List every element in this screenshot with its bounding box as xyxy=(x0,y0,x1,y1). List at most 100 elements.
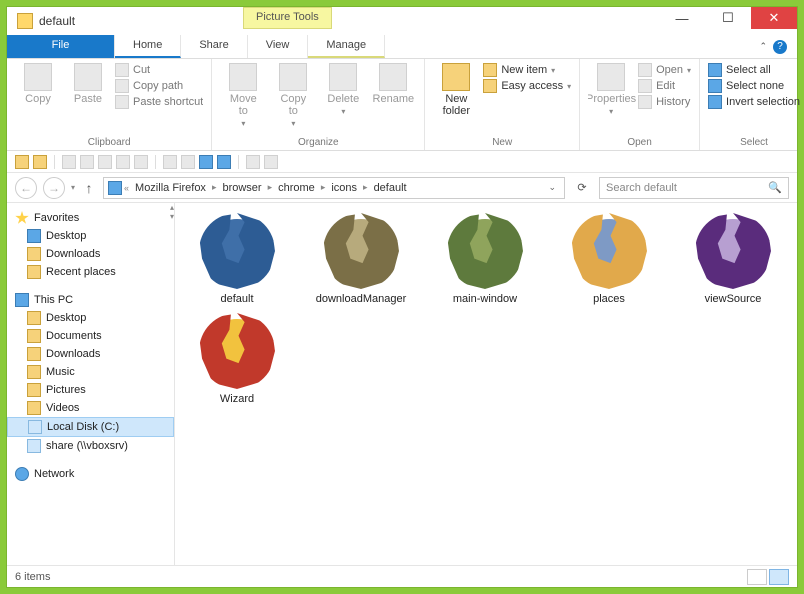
crumb[interactable]: chrome xyxy=(274,182,319,194)
cut-button[interactable]: Cut xyxy=(115,63,203,77)
ribbon-collapse-icon[interactable]: ⌃ xyxy=(759,41,767,52)
chevron-down-icon: ▾ xyxy=(291,119,295,128)
group-label: New xyxy=(433,135,571,148)
tab-manage[interactable]: Manage xyxy=(308,35,385,58)
separator xyxy=(238,155,239,169)
icons-view-button[interactable] xyxy=(769,569,789,585)
sidebar-item[interactable]: Desktop xyxy=(7,309,174,327)
delete-button[interactable]: Delete▾ xyxy=(320,63,366,116)
splitter-handle[interactable]: ▴▾ xyxy=(169,203,175,221)
history-button[interactable]: History xyxy=(638,95,691,109)
file-item[interactable]: main-window xyxy=(431,213,539,305)
file-name: Wizard xyxy=(220,393,254,405)
paste-button[interactable]: Paste xyxy=(65,63,111,105)
edit-button[interactable]: Edit xyxy=(638,79,691,93)
sidebar-item[interactable]: Recent places xyxy=(7,263,174,281)
file-item[interactable]: viewSource xyxy=(679,213,787,305)
qat-new-folder-icon[interactable] xyxy=(15,155,29,169)
up-button[interactable]: ↑ xyxy=(81,180,97,196)
folder-icon xyxy=(27,347,41,361)
history-dropdown-icon[interactable]: ▾ xyxy=(71,183,75,192)
select-none-button[interactable]: Select none xyxy=(708,79,800,93)
invert-selection-button[interactable]: Invert selection xyxy=(708,95,800,109)
new-item-icon xyxy=(483,63,497,77)
sidebar-favorites[interactable]: Favorites xyxy=(7,209,174,227)
qat-select-all-icon[interactable] xyxy=(199,155,213,169)
qat-new-icon[interactable] xyxy=(33,155,47,169)
file-item[interactable]: places xyxy=(555,213,663,305)
qat-select-none-icon[interactable] xyxy=(217,155,231,169)
breadcrumb-dropdown-icon[interactable]: ⌄ xyxy=(548,182,560,193)
easy-access-button[interactable]: Easy access▾ xyxy=(483,79,571,93)
chevron-down-icon: ▾ xyxy=(609,107,613,116)
qat-copy-icon[interactable] xyxy=(80,155,94,169)
qat-icon[interactable] xyxy=(181,155,195,169)
sidebar-item[interactable]: share (\\vboxsrv) xyxy=(7,437,174,455)
rename-button[interactable]: Rename xyxy=(370,63,416,105)
file-name: default xyxy=(220,293,253,305)
qat-view-icon[interactable] xyxy=(246,155,260,169)
search-input[interactable]: Search default 🔍 xyxy=(599,177,789,199)
file-item[interactable]: default xyxy=(183,213,291,305)
qat-icon[interactable] xyxy=(163,155,177,169)
sidebar-item[interactable]: Downloads xyxy=(7,345,174,363)
context-tab-picture-tools[interactable]: Picture Tools xyxy=(243,7,332,29)
file-list[interactable]: default downloadManager main-window plac… xyxy=(175,203,797,565)
disk-icon xyxy=(28,420,42,434)
sidebar-item[interactable]: Videos xyxy=(7,399,174,417)
new-folder-button[interactable]: New folder xyxy=(433,63,479,117)
properties-button[interactable]: Properties▾ xyxy=(588,63,634,116)
back-button[interactable]: ← xyxy=(15,177,37,199)
move-to-button[interactable]: Move to▾ xyxy=(220,63,266,128)
sidebar-item[interactable]: Music xyxy=(7,363,174,381)
copy-to-button[interactable]: Copy to▾ xyxy=(270,63,316,128)
firefox-icon xyxy=(695,213,771,289)
forward-button[interactable]: → xyxy=(43,177,65,199)
open-button[interactable]: Open▾ xyxy=(638,63,691,77)
crumb[interactable]: icons xyxy=(327,182,361,194)
tab-share[interactable]: Share xyxy=(181,35,247,58)
separator xyxy=(155,155,156,169)
chevron-right-icon: ▸ xyxy=(321,182,326,193)
qat-rename-icon[interactable] xyxy=(116,155,130,169)
qat-paste-icon[interactable] xyxy=(98,155,112,169)
sidebar-item[interactable]: Downloads xyxy=(7,245,174,263)
copy-path-button[interactable]: Copy path xyxy=(115,79,203,93)
window-title: default xyxy=(39,14,75,28)
crumb[interactable]: Mozilla Firefox xyxy=(131,182,210,194)
title-bar: default Picture Tools — ☐ ✕ xyxy=(7,7,797,35)
sidebar-network[interactable]: Network xyxy=(7,465,174,483)
sidebar-this-pc[interactable]: This PC xyxy=(7,291,174,309)
minimize-button[interactable]: — xyxy=(659,7,705,29)
copy-button[interactable]: Copy xyxy=(15,63,61,105)
details-view-button[interactable] xyxy=(747,569,767,585)
paste-shortcut-button[interactable]: Paste shortcut xyxy=(115,95,203,109)
item-count: 6 items xyxy=(15,571,50,583)
qat-cut-icon[interactable] xyxy=(62,155,76,169)
file-item[interactable]: Wizard xyxy=(183,313,291,405)
help-icon[interactable]: ? xyxy=(773,40,787,54)
sidebar-item[interactable]: Pictures xyxy=(7,381,174,399)
tab-view[interactable]: View xyxy=(248,35,309,58)
navigation-pane[interactable]: ▴▾ Favorites Desktop Downloads Recent pl… xyxy=(7,203,175,565)
folder-icon xyxy=(27,401,41,415)
select-all-button[interactable]: Select all xyxy=(708,63,800,77)
tab-file[interactable]: File xyxy=(7,35,115,58)
qat-delete-icon[interactable] xyxy=(134,155,148,169)
file-item[interactable]: downloadManager xyxy=(307,213,415,305)
maximize-button[interactable]: ☐ xyxy=(705,7,751,29)
breadcrumb[interactable]: « Mozilla Firefox▸ browser▸ chrome▸ icon… xyxy=(103,177,565,199)
refresh-button[interactable]: ⟳ xyxy=(571,177,593,199)
new-item-button[interactable]: New item▾ xyxy=(483,63,571,77)
folder-icon xyxy=(27,247,41,261)
tab-home[interactable]: Home xyxy=(115,35,181,58)
sidebar-item-local-disk[interactable]: Local Disk (C:) xyxy=(7,417,174,437)
sidebar-item[interactable]: Desktop xyxy=(7,227,174,245)
group-organize: Move to▾ Copy to▾ Delete▾ Rename Organiz… xyxy=(212,59,425,150)
crumb[interactable]: default xyxy=(370,182,411,194)
close-button[interactable]: ✕ xyxy=(751,7,797,29)
file-name: downloadManager xyxy=(316,293,407,305)
qat-options-icon[interactable] xyxy=(264,155,278,169)
crumb[interactable]: browser xyxy=(218,182,265,194)
sidebar-item[interactable]: Documents xyxy=(7,327,174,345)
